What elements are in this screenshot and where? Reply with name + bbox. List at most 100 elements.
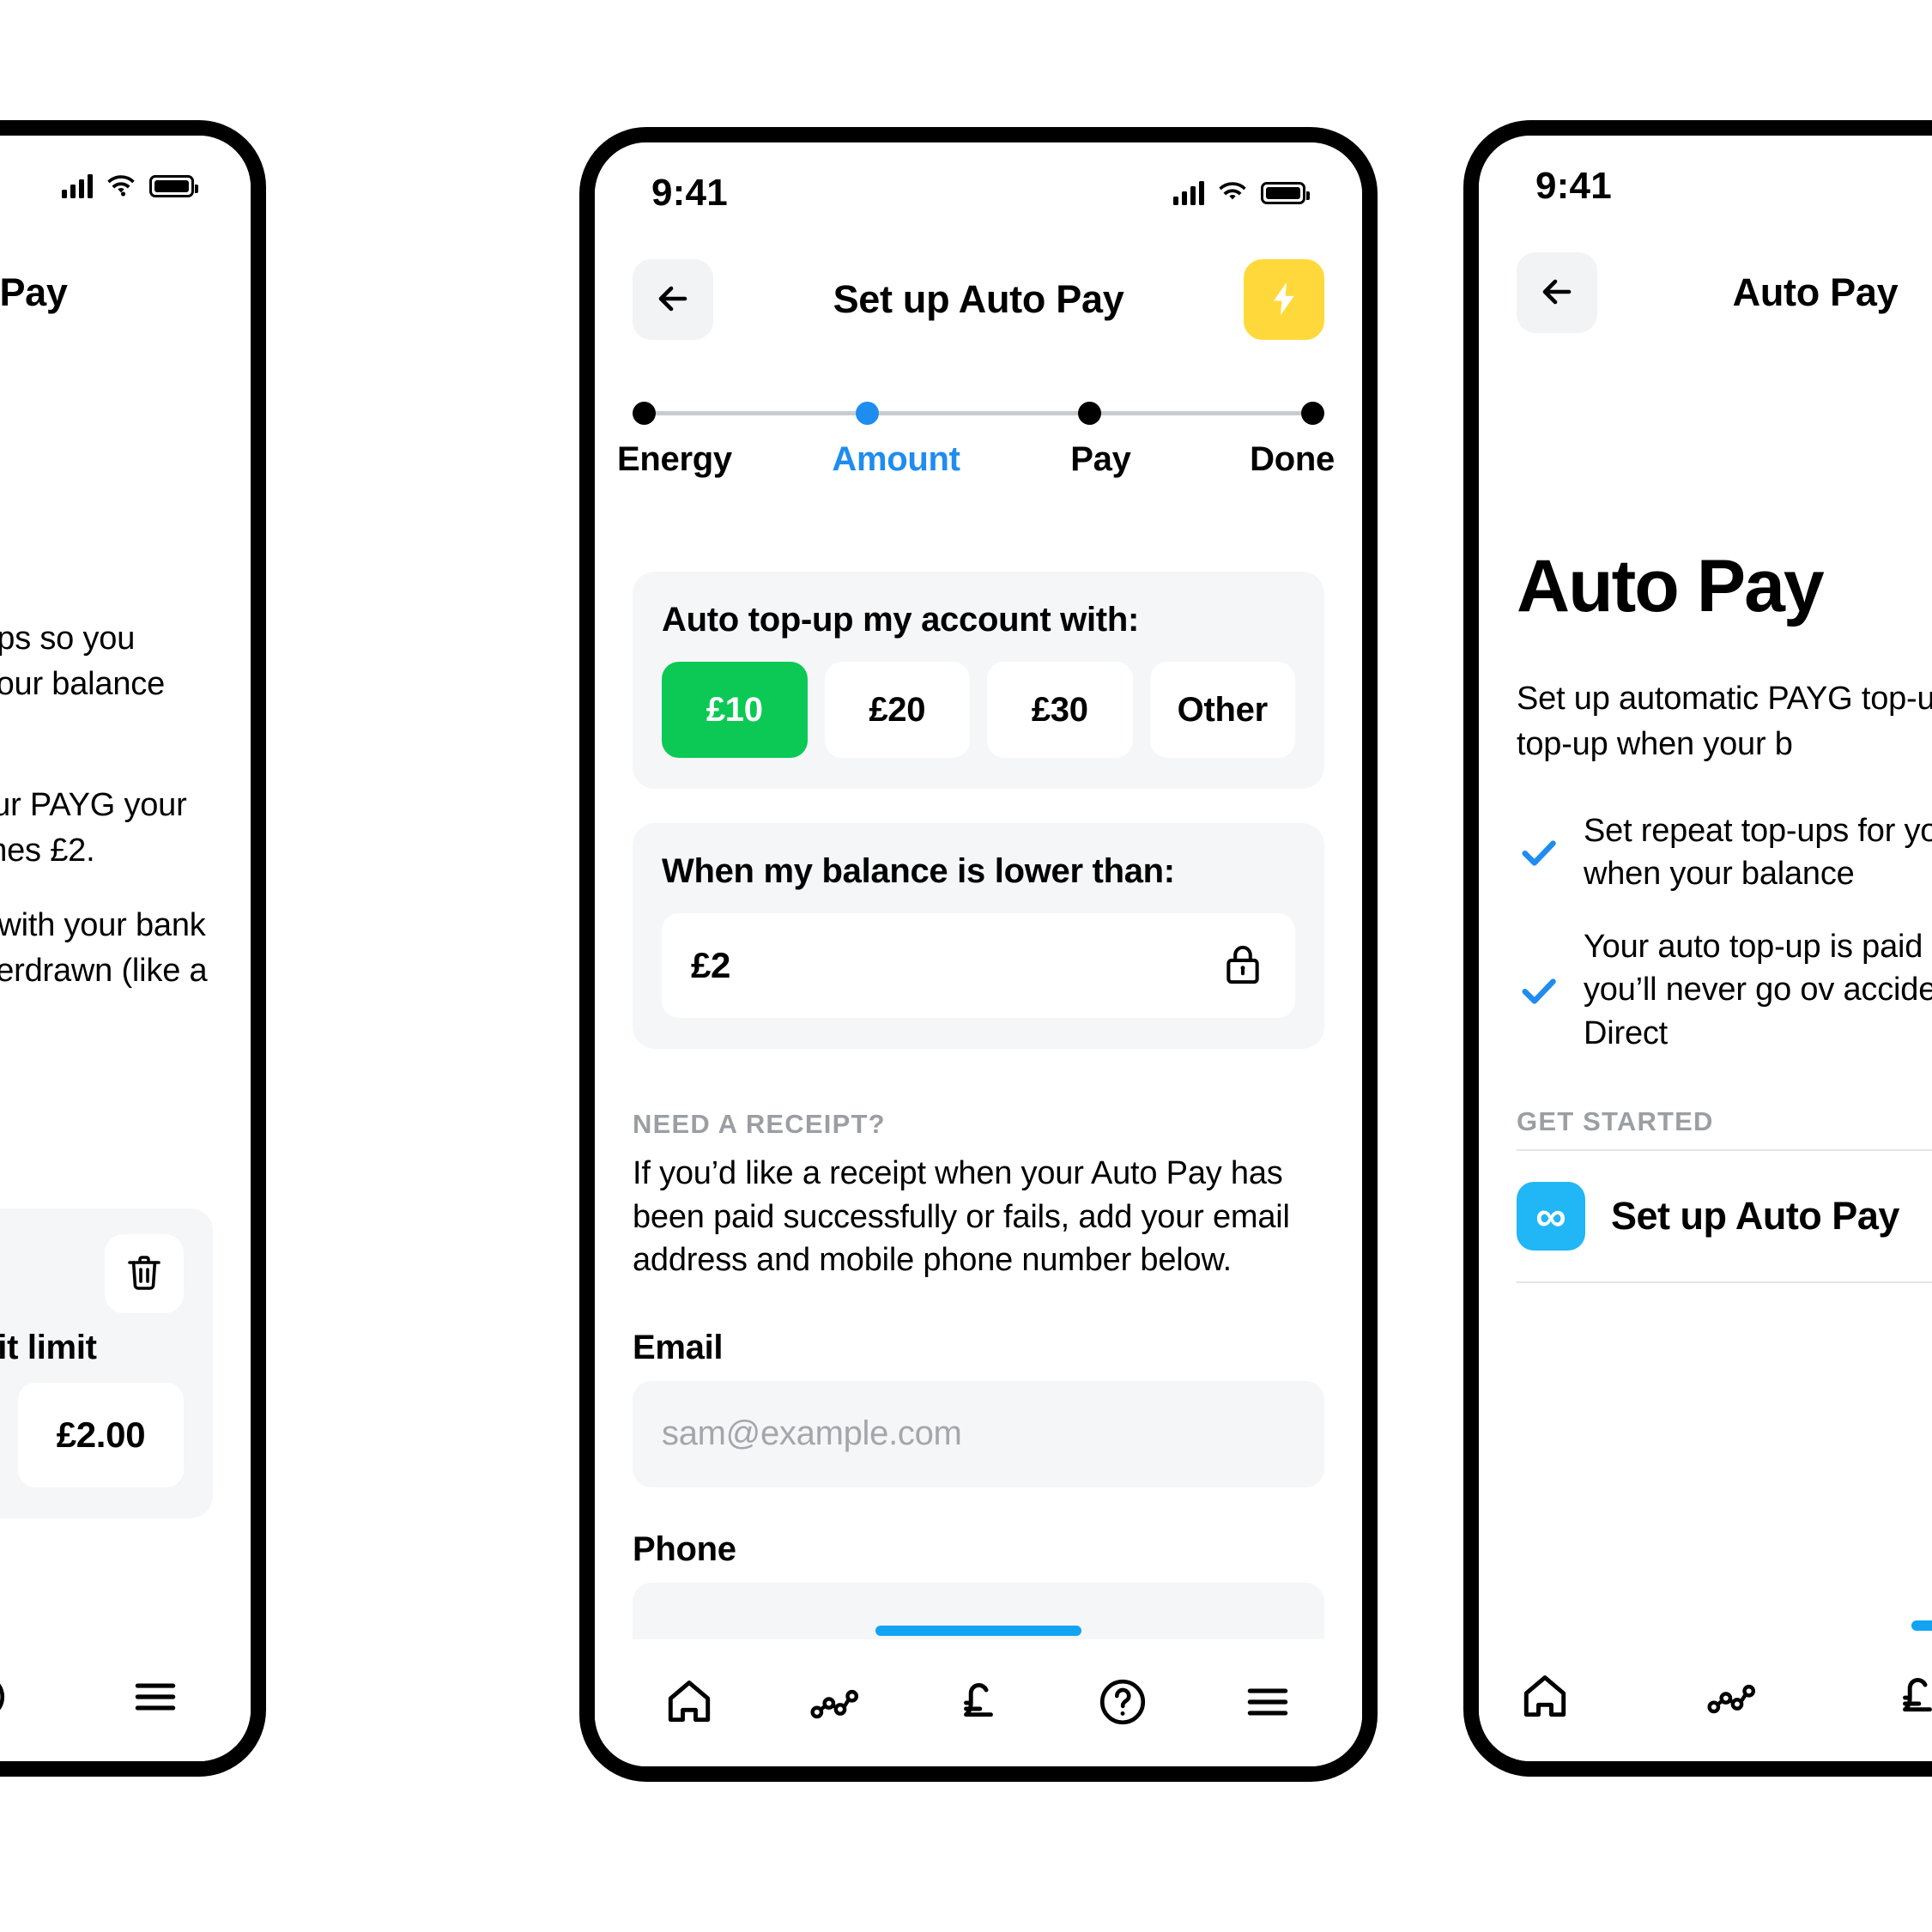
status-time-right: 9:41 (1535, 165, 1612, 207)
phone-right: 9:41 Auto Pay Auto Pay Set up automatic … (1463, 120, 1932, 1777)
benefit-text-2: Your auto top-up is paid card, so you’ll… (1584, 928, 1932, 1051)
benefit-text-1: Set repeat top-ups for yo meter when you… (1584, 812, 1932, 893)
step-dot-amount[interactable] (855, 401, 879, 425)
screen-mid: 9:41 Set up Auto Pay Energy Amount Pay D… (595, 142, 1362, 1766)
list-divider-bottom (1517, 1281, 1932, 1284)
quick-action-button[interactable] (1244, 259, 1324, 340)
tab-menu-left[interactable] (129, 1670, 182, 1726)
credit-limit-label: Credit limit (0, 1329, 97, 1366)
heading-auto-pay: Auto Pay (1517, 545, 1825, 627)
step-dot-pay[interactable] (1078, 401, 1102, 425)
tab-usage-right[interactable] (1705, 1670, 1758, 1726)
balance-threshold-title: When my balance is lower than: (662, 852, 1175, 890)
left-paragraph-3: op-up is paid with your bank ll never go… (0, 906, 208, 990)
screen-left: Auto Pay c PAYG top-ups so you never whe… (0, 136, 251, 1761)
email-label: Email (633, 1328, 724, 1366)
tab-bar-right (1479, 1634, 1932, 1761)
tab-pound-right[interactable] (1891, 1670, 1932, 1726)
right-body: Auto Pay Set up automatic PAYG top-u for… (1479, 545, 1932, 1284)
pound-icon (1891, 1670, 1932, 1726)
tab-usage[interactable] (808, 1675, 861, 1731)
help-icon (1096, 1675, 1149, 1731)
home-icon (663, 1675, 716, 1731)
email-input[interactable]: sam@example.com (633, 1380, 1324, 1487)
amount-option-20[interactable]: £20 (824, 662, 970, 758)
step-label-pay: Pay (1070, 440, 1131, 478)
tab-menu[interactable] (1241, 1675, 1294, 1731)
topup-amount-card: Auto top-up my account with: £10 £20 £30… (633, 572, 1324, 789)
step-label-amount: Amount (832, 440, 960, 478)
phone-label: Phone (633, 1529, 736, 1568)
wifi-icon (106, 175, 136, 197)
menu-icon (1241, 1675, 1294, 1731)
tab-home[interactable] (663, 1675, 716, 1731)
progress-stepper: Energy Amount Pay Done (595, 396, 1362, 479)
infinity-icon: ∞ (1517, 1182, 1585, 1251)
tab-help-left[interactable] (0, 1670, 9, 1726)
receipt-body: If you’d like a receipt when your Auto P… (633, 1155, 1290, 1279)
status-time-mid: 9:41 (651, 172, 728, 214)
amount-option-10[interactable]: £10 (662, 662, 808, 758)
step-label-energy: Energy (617, 440, 732, 478)
cellular-signal-icon (1173, 181, 1204, 205)
back-button[interactable] (633, 259, 713, 340)
balance-threshold-card: When my balance is lower than: £2 (633, 823, 1324, 1049)
home-indicator-mid (875, 1626, 1081, 1636)
nav-bar-right: Auto Pay (1479, 245, 1932, 340)
stepper-labels: Energy Amount Pay Done (617, 440, 1335, 479)
delete-button[interactable] (105, 1234, 184, 1313)
back-arrow-icon (652, 278, 693, 322)
lock-icon (1220, 941, 1266, 991)
tab-pound[interactable] (952, 1675, 1005, 1731)
amount-option-30[interactable]: £30 (987, 662, 1133, 758)
balance-threshold-field[interactable]: £2 (662, 913, 1295, 1018)
back-button-right[interactable] (1517, 252, 1597, 333)
tab-bar-mid (595, 1639, 1362, 1766)
left-paragraph-1: c PAYG top-ups so you never when your ba… (0, 621, 166, 703)
left-body: c PAYG top-ups so you never when your ba… (0, 616, 251, 1069)
trash-icon (124, 1252, 165, 1296)
phone-mid: 9:41 Set up Auto Pay Energy Amount Pay D… (579, 127, 1378, 1782)
page-title-mid: Set up Auto Pay (833, 277, 1124, 321)
stepper-track (633, 396, 1324, 430)
page-title: Auto Pay (0, 270, 68, 314)
home-icon (1518, 1670, 1572, 1726)
check-icon (1517, 968, 1561, 1013)
status-bar-mid: 9:41 (595, 142, 1362, 244)
wifi-icon (1218, 182, 1247, 204)
step-label-done: Done (1250, 440, 1335, 478)
right-intro: Set up automatic PAYG top-u forget to to… (1517, 681, 1932, 763)
left-paragraph-2: op-ups for your PAYG your balance reache… (0, 786, 187, 869)
battery-icon (1261, 182, 1310, 204)
menu-icon (129, 1670, 182, 1726)
list-item-set-up-auto-pay[interactable]: ∞ Set up Auto Pay (1517, 1151, 1932, 1281)
step-dot-done[interactable] (1300, 401, 1324, 425)
amount-options: £10 £20 £30 Other (662, 662, 1295, 758)
usage-icon (1705, 1670, 1758, 1726)
balance-threshold-value: £2 (691, 945, 731, 985)
tab-home-right[interactable] (1518, 1670, 1572, 1726)
topup-amount-title: Auto top-up my account with: (662, 601, 1139, 639)
status-bar-left (0, 136, 251, 237)
benefit-row-2: Your auto top-up is paid card, so you’ll… (1517, 925, 1932, 1056)
usage-icon (808, 1675, 861, 1731)
credit-limit-value[interactable]: £2.00 (18, 1383, 184, 1487)
back-arrow-icon (1536, 271, 1578, 315)
lightning-bolt-icon (1264, 279, 1304, 321)
benefit-row-1: Set repeat top-ups for yo meter when you… (1517, 809, 1932, 896)
screenshot-canvas: Auto Pay c PAYG top-ups so you never whe… (0, 0, 1932, 1932)
pound-icon (952, 1675, 1005, 1731)
amount-option-other[interactable]: Other (1149, 662, 1295, 758)
check-icon (1517, 830, 1561, 875)
status-indicators-mid (1173, 181, 1310, 205)
nav-bar-mid: Set up Auto Pay (595, 252, 1362, 347)
step-dot-energy[interactable] (633, 401, 656, 425)
tab-help[interactable] (1096, 1675, 1149, 1731)
credit-limit-fields: £2.00 (0, 1383, 184, 1487)
home-indicator-right (1911, 1620, 1932, 1631)
help-icon (0, 1670, 9, 1726)
credit-limit-card: Credit limit £2.00 (0, 1208, 213, 1518)
nav-bar-left: Auto Pay (0, 245, 251, 340)
mid-body: Auto top-up my account with: £10 £20 £30… (595, 572, 1362, 1689)
receipt-eyebrow: NEED A RECEIPT? (633, 1109, 886, 1139)
